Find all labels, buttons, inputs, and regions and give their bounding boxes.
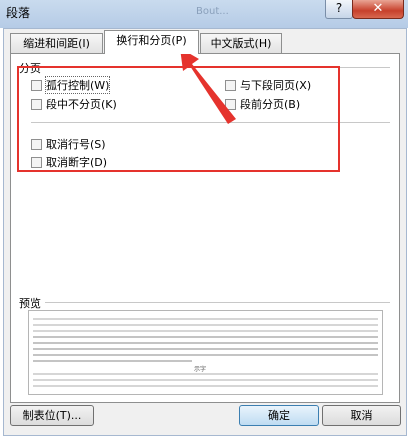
tab-line-page-breaks[interactable]: 换行和分页(P) [104, 30, 199, 54]
annotation-arrow-icon [180, 48, 236, 124]
